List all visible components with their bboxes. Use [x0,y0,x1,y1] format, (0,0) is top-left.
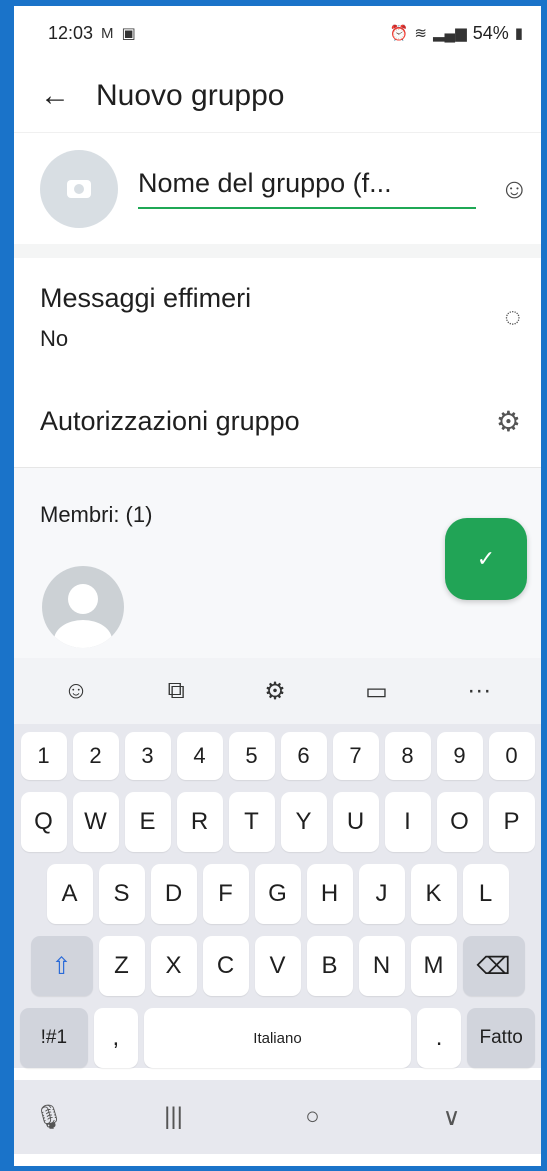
gmail-icon: M [101,24,114,42]
key[interactable]: L [462,864,509,924]
key[interactable]: A [46,864,93,924]
key[interactable]: R [176,792,223,852]
app-bar: ← Nuovo gruppo [14,60,541,132]
key[interactable]: M [410,936,457,996]
members-section: Membri: (1) ✓ [14,468,541,658]
key[interactable]: 1 [20,732,67,780]
gallery-icon: ▣ [121,25,136,42]
key[interactable]: 3 [124,732,171,780]
symbols-key[interactable]: !#1 [20,1008,88,1068]
alarm-icon: ⏰ [389,25,409,42]
letter-row-2: A S D F G H J K L [20,864,535,924]
wifi-icon: ≋ [414,25,427,42]
signal-icon: ▂▄▆ [433,25,467,42]
page-title: Nuovo gruppo [96,79,285,112]
confirm-button[interactable]: ✓ [445,518,527,600]
key[interactable]: D [150,864,197,924]
setting-disappearing-messages[interactable]: Messaggi effimeri No ◌ [14,258,541,376]
setting-group-permissions[interactable]: Autorizzazioni gruppo ⚙ [14,376,541,468]
key[interactable]: H [306,864,353,924]
settings-icon[interactable]: ⚙ [264,677,286,706]
letter-row-3: ⇧ Z X C V B N M ⌫ [20,936,535,996]
key[interactable]: S [98,864,145,924]
key[interactable]: B [306,936,353,996]
key[interactable]: V [254,936,301,996]
emoji-icon[interactable]: ☺ [500,173,529,205]
setting-value: No [40,325,69,351]
key[interactable]: 6 [280,732,327,780]
translate-icon[interactable]: ⧉ [168,677,185,705]
space-key[interactable]: Italiano [144,1008,411,1068]
key[interactable]: 2 [72,732,119,780]
setting-label: Messaggi effimeri [40,282,252,313]
key[interactable]: I [384,792,431,852]
backspace-key[interactable]: ⌫ [462,936,525,996]
bottom-row: !#1 , Italiano . Fatto [20,1008,535,1068]
avatar-body-shape [54,620,112,648]
navigation-bar: 🎙 ||| ○ ∨ [14,1080,541,1154]
key[interactable]: P [488,792,535,852]
group-name-row: Nome del gruppo (f... ☺ [14,132,541,244]
members-label: Membri: (1) [40,502,153,527]
key[interactable]: Z [98,936,145,996]
period-key[interactable]: . [416,1008,462,1068]
number-row: 1 2 3 4 5 6 7 8 9 0 [20,732,535,780]
phone-screen: 12:03 M ▣ ⏰ ≋ ▂▄▆ 54% ▮ ← Nuovo gruppo N… [14,6,541,1166]
key[interactable]: 5 [228,732,275,780]
timer-icon: ◌ [504,301,521,332]
key[interactable]: 7 [332,732,379,780]
microphone-icon[interactable]: 🎙 [34,1103,104,1132]
key[interactable]: 9 [436,732,483,780]
comma-key[interactable]: , [93,1008,139,1068]
key[interactable]: N [358,936,405,996]
member-avatar[interactable] [42,566,124,648]
key[interactable]: X [150,936,197,996]
hide-keyboard-icon[interactable]: ∨ [382,1103,521,1132]
key[interactable]: J [358,864,405,924]
key[interactable]: Q [20,792,67,852]
more-icon[interactable]: ··· [467,677,491,705]
clock: 12:03 [48,22,94,43]
key[interactable]: U [332,792,379,852]
group-name-input[interactable]: Nome del gruppo (f... [138,168,476,209]
keyboard: 1 2 3 4 5 6 7 8 9 0 Q W E R T Y U I O P … [14,724,541,1068]
key[interactable]: W [72,792,119,852]
letter-row-1: Q W E R T Y U I O P [20,792,535,852]
shift-key[interactable]: ⇧ [30,936,93,996]
check-icon: ✓ [476,546,496,571]
done-key[interactable]: Fatto [467,1008,535,1068]
key[interactable]: 8 [384,732,431,780]
key[interactable]: 4 [176,732,223,780]
group-photo-button[interactable] [40,149,118,228]
home-icon[interactable]: ○ [243,1103,382,1131]
setting-label: Autorizzazioni gruppo [40,406,300,436]
recent-apps-icon[interactable]: ||| [104,1103,243,1131]
camera-icon [67,179,91,198]
key[interactable]: E [124,792,171,852]
key[interactable]: K [410,864,457,924]
clipboard-icon[interactable]: ▭ [365,677,388,706]
back-arrow-icon[interactable]: ← [40,79,92,113]
avatar-head-shape [68,584,98,614]
key[interactable]: F [202,864,249,924]
battery-level: 54% [472,22,509,43]
battery-icon: ▮ [514,25,523,42]
emoji-icon[interactable]: ☺ [64,677,89,705]
key[interactable]: 0 [488,732,535,780]
key[interactable]: O [436,792,483,852]
key[interactable]: T [228,792,275,852]
key[interactable]: Y [280,792,327,852]
divider [14,244,541,258]
key[interactable]: C [202,936,249,996]
keyboard-toolbar: ☺ ⧉ ⚙ ▭ ··· [14,658,541,724]
gear-icon: ⚙ [495,406,521,437]
key[interactable]: G [254,864,301,924]
status-bar: 12:03 M ▣ ⏰ ≋ ▂▄▆ 54% ▮ [14,6,541,60]
